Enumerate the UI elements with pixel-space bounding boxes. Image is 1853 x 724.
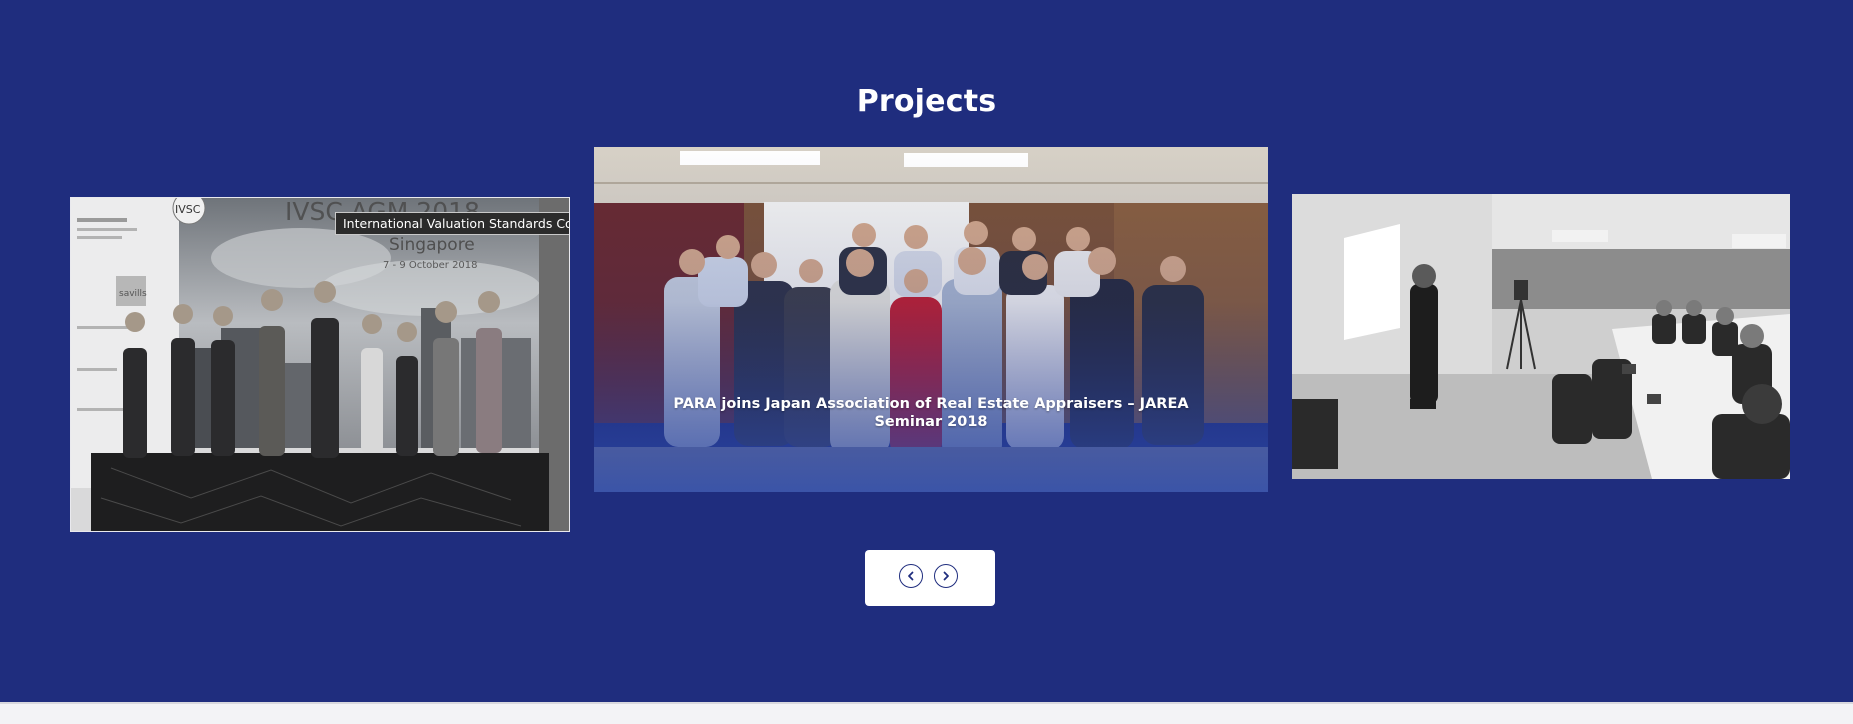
prev-slide-button[interactable] xyxy=(899,564,923,588)
city-text: Singapore xyxy=(389,235,475,255)
jarea-seminar-photo xyxy=(594,147,1268,492)
chevron-left-icon xyxy=(908,571,914,581)
sponsor-text: savills xyxy=(119,289,147,299)
slide-caption: PARA joins Japan Association of Real Est… xyxy=(673,396,1189,430)
project-slide-seminar[interactable] xyxy=(1292,194,1790,479)
ivsc-logo-text: IVSC xyxy=(175,203,201,216)
seminar-room-photo xyxy=(1292,194,1790,479)
dates-text: 7 - 9 October 2018 xyxy=(383,260,478,271)
section-title: Projects xyxy=(856,84,997,119)
projects-section: Projects savills IVSC IVSC Singapore 7 -… xyxy=(0,0,1853,702)
chevron-right-icon xyxy=(943,571,949,581)
slider-navigation xyxy=(865,550,995,606)
project-slide-jarea[interactable]: PARA joins Japan Association of Real Est… xyxy=(594,147,1268,492)
project-slide-ivsc[interactable]: savills IVSC IVSC AGM 2018 Singapore 7 -… xyxy=(71,198,569,531)
photo-tooltip: International Valuation Standards Counci… xyxy=(335,212,569,235)
ivsc-group-photo: savills IVSC IVSC AGM 2018 Singapore 7 -… xyxy=(71,198,569,531)
page-footer-edge xyxy=(0,702,1853,724)
next-slide-button[interactable] xyxy=(934,564,958,588)
